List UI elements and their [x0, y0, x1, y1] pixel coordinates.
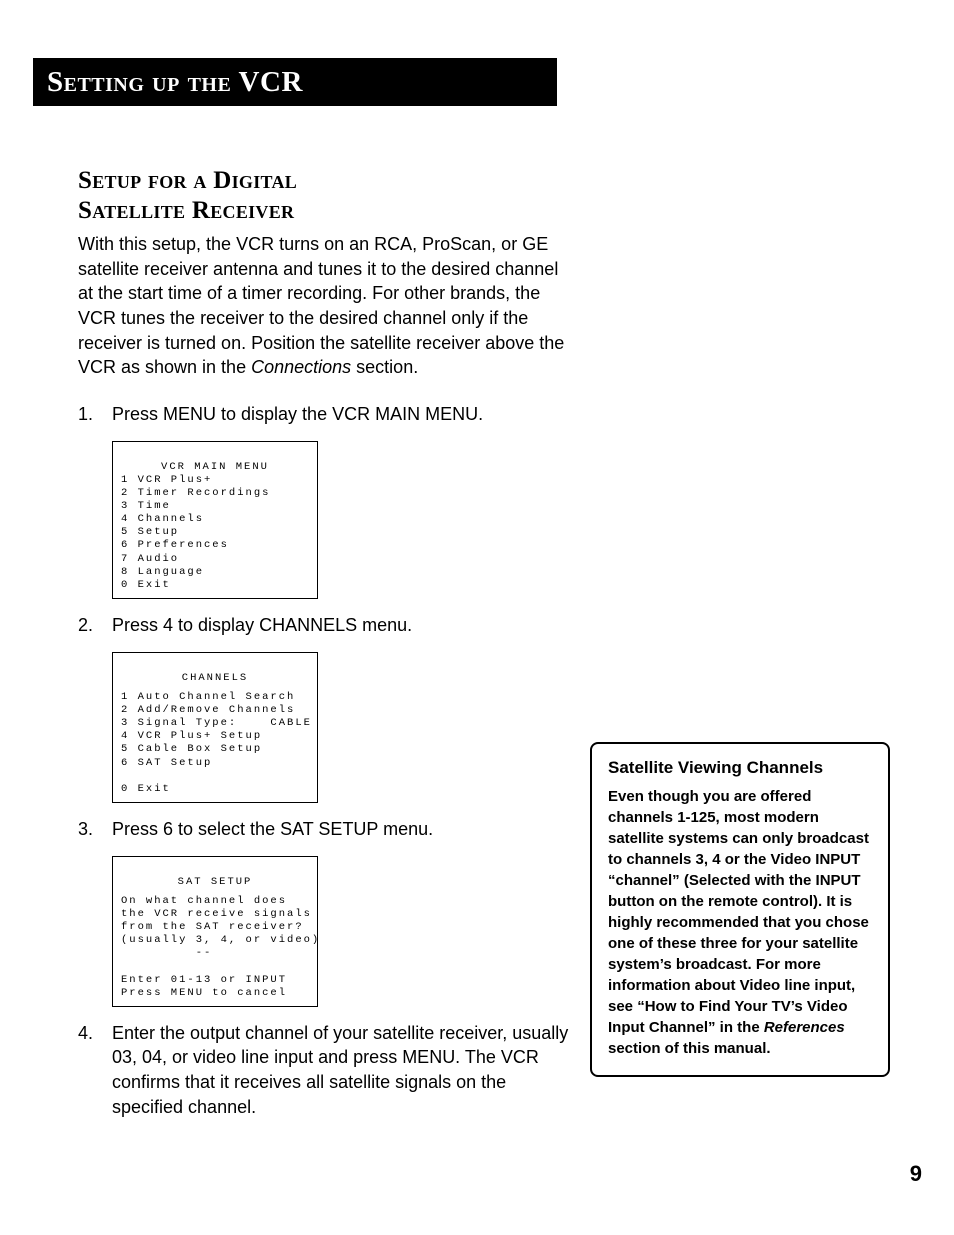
- page-number: 9: [910, 1161, 922, 1187]
- section-title-line1: Setup for a Digital: [78, 167, 297, 194]
- step-1-text: Press MENU to display the VCR MAIN MENU.: [112, 402, 578, 427]
- sidebar-body-before: Even though you are offered channels 1-1…: [608, 788, 869, 1036]
- main-content: Setup for a Digital Satellite Receiver W…: [78, 166, 578, 1119]
- intro-text-after: section.: [351, 357, 418, 377]
- sat-setup-menu-title: SAT SETUP: [121, 876, 309, 889]
- section-title: Setup for a Digital Satellite Receiver: [78, 166, 578, 226]
- step-2-text: Press 4 to display CHANNELS menu.: [112, 613, 578, 638]
- step-2: 2. Press 4 to display CHANNELS menu.: [78, 613, 578, 638]
- section-title-line2: Satellite Receiver: [78, 197, 294, 224]
- step-3-text: Press 6 to select the SAT SETUP menu.: [112, 817, 578, 842]
- vcr-main-menu-box: VCR MAIN MENU1 VCR Plus+ 2 Timer Recordi…: [112, 441, 318, 599]
- sat-setup-menu-lines: On what channel does the VCR receive sig…: [121, 895, 309, 1000]
- sidebar-body: Even though you are offered channels 1-1…: [608, 786, 872, 1059]
- step-2-number: 2.: [78, 613, 112, 638]
- channels-menu-box: CHANNELS 1 Auto Channel Search 2 Add/Remo…: [112, 652, 318, 803]
- step-3-number: 3.: [78, 817, 112, 842]
- page-header-bar: Setting up the VCR: [33, 58, 557, 106]
- sidebar-title: Satellite Viewing Channels: [608, 758, 872, 778]
- step-4-number: 4.: [78, 1021, 112, 1120]
- step-4: 4. Enter the output channel of your sate…: [78, 1021, 578, 1120]
- intro-paragraph: With this setup, the VCR turns on an RCA…: [78, 232, 578, 380]
- sidebar-callout: Satellite Viewing Channels Even though y…: [590, 742, 890, 1077]
- sat-setup-menu-box: SAT SETUP On what channel does the VCR re…: [112, 856, 318, 1007]
- step-4-text: Enter the output channel of your satelli…: [112, 1021, 578, 1120]
- channels-menu-lines: 1 Auto Channel Search 2 Add/Remove Chann…: [121, 691, 309, 796]
- intro-italic: Connections: [251, 357, 351, 377]
- step-3: 3. Press 6 to select the SAT SETUP menu.: [78, 817, 578, 842]
- intro-text-before: With this setup, the VCR turns on an RCA…: [78, 234, 564, 377]
- page-header-title: Setting up the VCR: [47, 66, 303, 99]
- sidebar-body-after: section of this manual.: [608, 1040, 771, 1057]
- vcr-main-menu-lines: 1 VCR Plus+ 2 Timer Recordings 3 Time 4 …: [121, 474, 309, 592]
- vcr-main-menu-title: VCR MAIN MENU: [121, 461, 309, 474]
- sidebar-body-italic: References: [764, 1019, 845, 1036]
- channels-menu-title: CHANNELS: [121, 672, 309, 685]
- step-1-number: 1.: [78, 402, 112, 427]
- step-1: 1. Press MENU to display the VCR MAIN ME…: [78, 402, 578, 427]
